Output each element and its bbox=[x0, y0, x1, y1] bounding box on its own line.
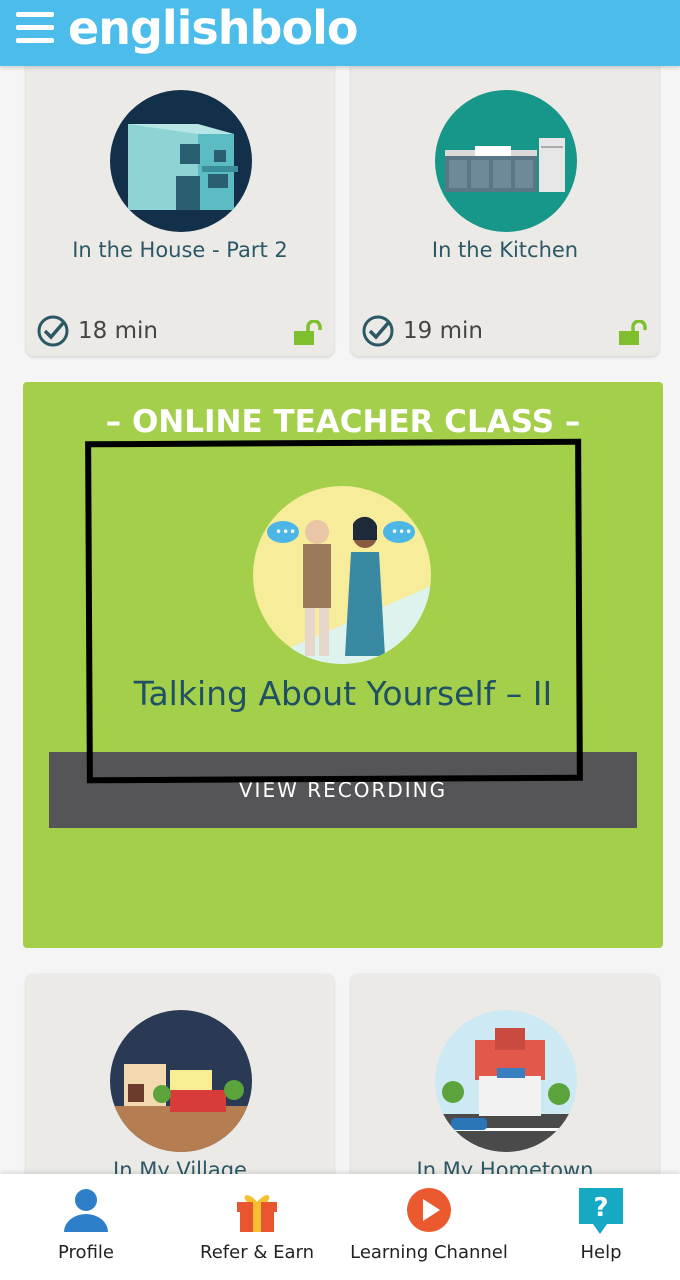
lesson-duration: 19 min bbox=[403, 318, 483, 344]
profile-icon bbox=[64, 1189, 108, 1232]
lesson-card-house[interactable]: In the House - Part 2 18 min bbox=[26, 40, 334, 356]
app-logo: englishbolo bbox=[68, 1, 358, 55]
nav-label: Learning Channel bbox=[350, 1242, 508, 1263]
nav-profile[interactable]: Profile bbox=[26, 1174, 146, 1280]
lesson-duration: 18 min bbox=[78, 318, 158, 344]
nav-help[interactable]: ? Help bbox=[556, 1174, 646, 1280]
lesson-title: In the Kitchen bbox=[431, 238, 579, 262]
nav-refer-earn[interactable]: Refer & Earn bbox=[190, 1174, 324, 1280]
nav-label: Help bbox=[580, 1242, 622, 1263]
help-icon: ? bbox=[579, 1188, 623, 1234]
kitchen-thumbnail bbox=[435, 90, 577, 232]
completed-check-icon bbox=[362, 315, 394, 347]
unlocked-icon bbox=[294, 320, 322, 345]
lesson-card-kitchen[interactable]: In the Kitchen 19 min bbox=[351, 40, 659, 356]
lesson-card-village[interactable]: In My Village bbox=[26, 974, 334, 1204]
hometown-thumbnail bbox=[435, 1010, 577, 1152]
lesson-title: In the House - Part 2 bbox=[72, 238, 288, 262]
nav-learning-channel[interactable]: Learning Channel bbox=[348, 1174, 510, 1280]
gift-icon bbox=[237, 1195, 277, 1232]
completed-check-icon bbox=[37, 315, 69, 347]
highlight-frame bbox=[85, 438, 583, 784]
play-icon bbox=[407, 1188, 451, 1232]
nav-label: Profile bbox=[58, 1242, 114, 1263]
svg-text:?: ? bbox=[593, 1193, 608, 1223]
village-thumbnail bbox=[110, 1010, 252, 1152]
section-label: – ONLINE TEACHER CLASS – bbox=[105, 404, 581, 440]
app-header: englishbolo bbox=[0, 0, 680, 66]
house-thumbnail bbox=[110, 90, 252, 232]
bottom-navigation: Profile Refer & Earn Learning Channel ? … bbox=[0, 1174, 680, 1280]
menu-icon[interactable] bbox=[16, 12, 54, 46]
nav-label: Refer & Earn bbox=[200, 1242, 314, 1263]
lesson-card-hometown[interactable]: In My Hometown bbox=[351, 974, 659, 1204]
unlocked-icon bbox=[619, 320, 647, 345]
